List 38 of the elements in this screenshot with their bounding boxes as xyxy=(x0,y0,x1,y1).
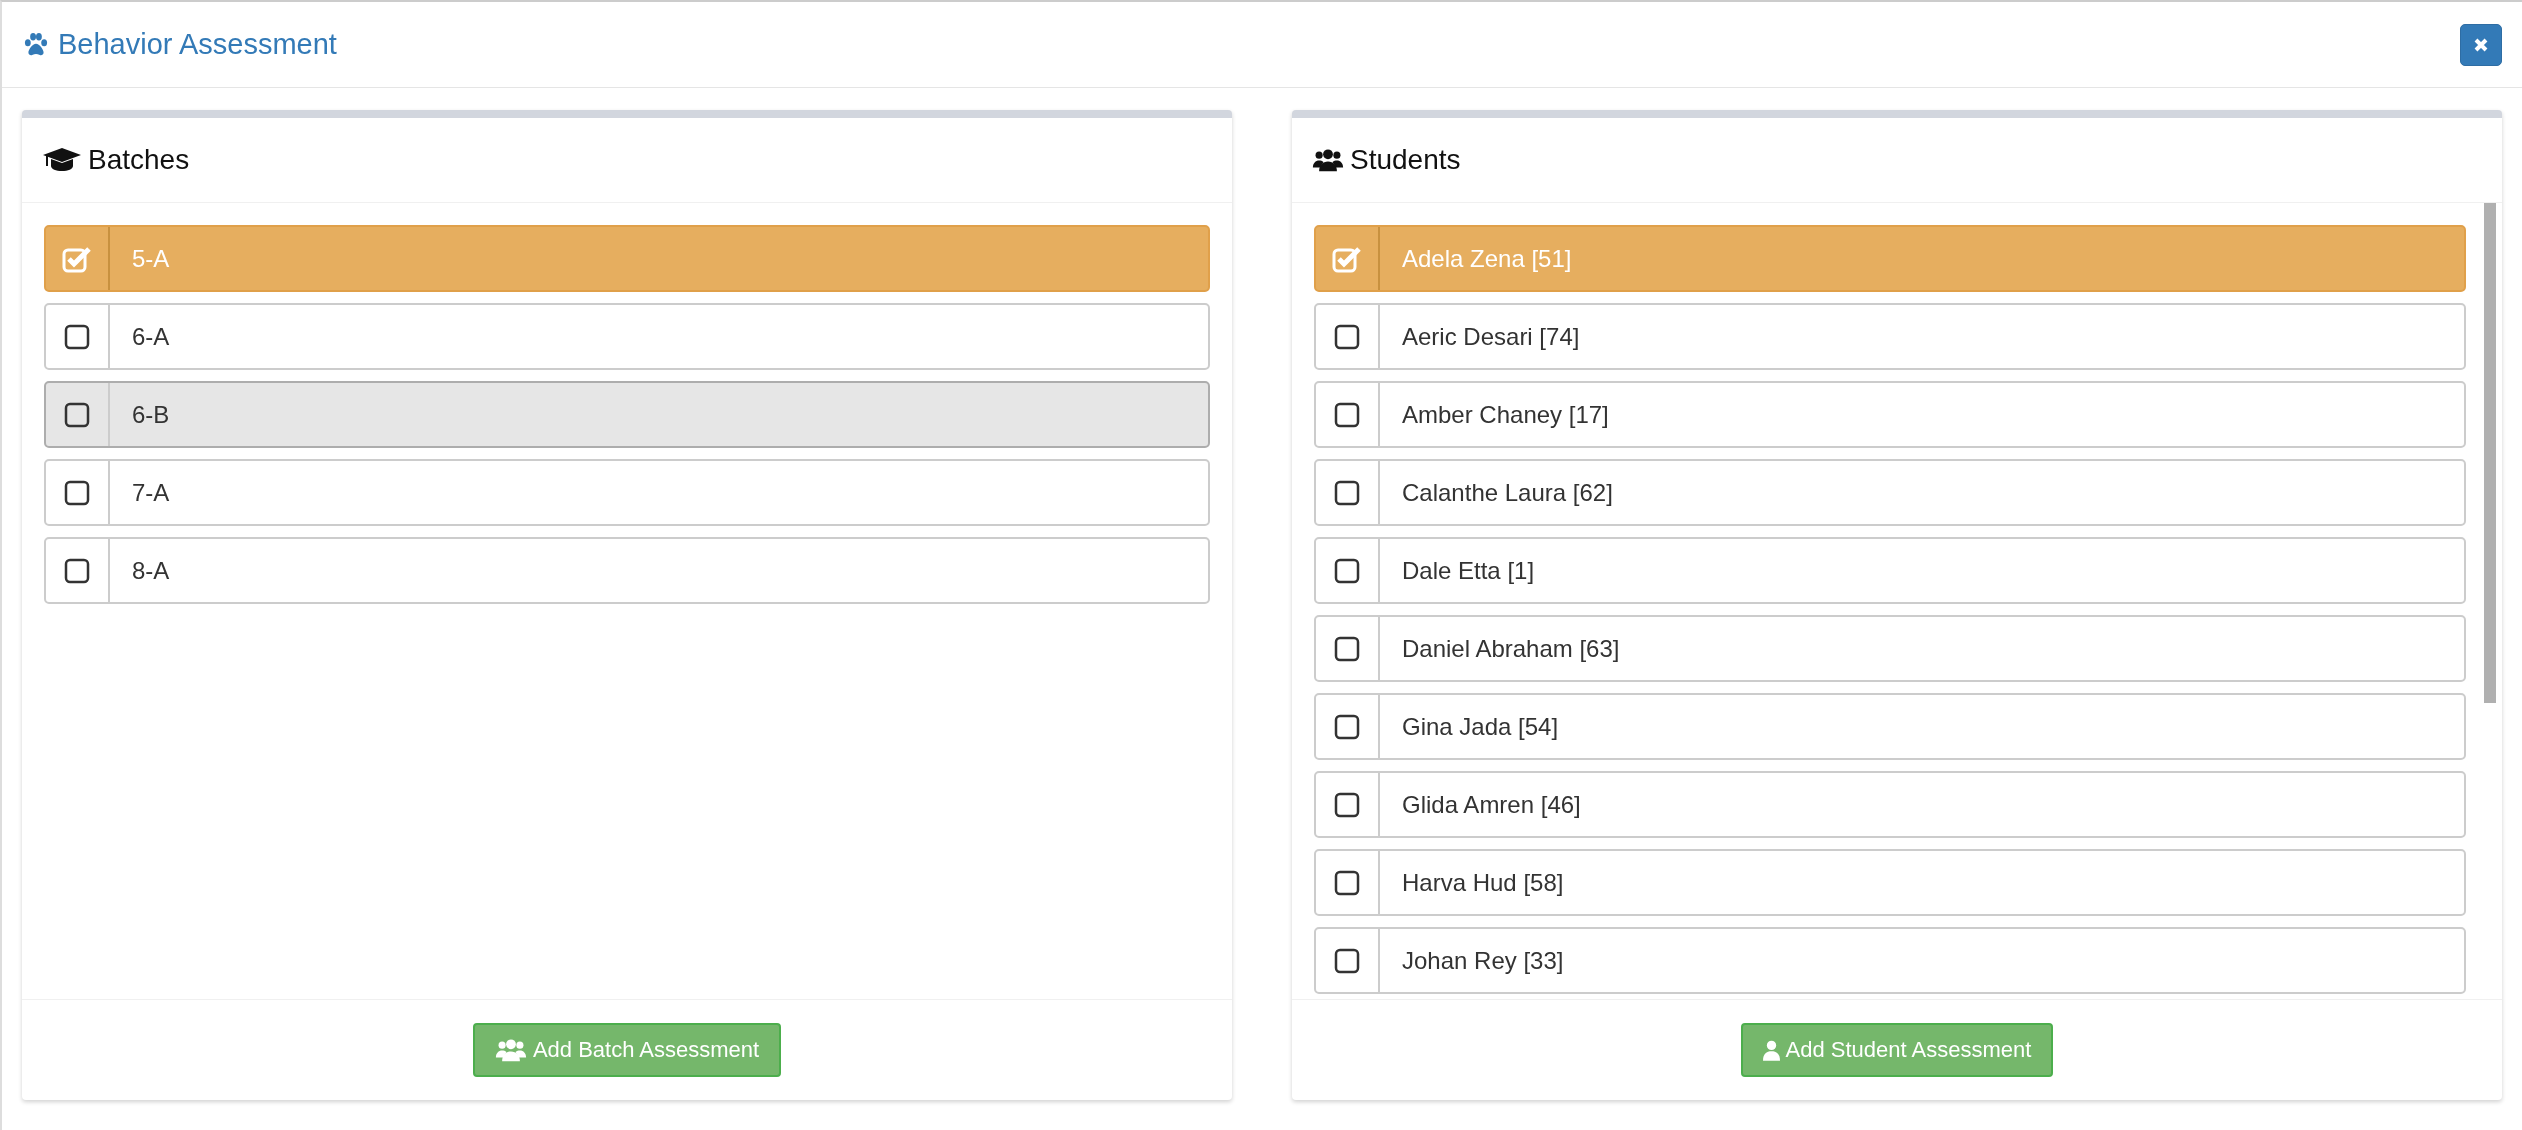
checked-checkbox-icon xyxy=(62,244,92,273)
list-item[interactable]: Gina Jada [54] xyxy=(1314,693,2466,760)
list-item[interactable]: Daniel Abraham [63] xyxy=(1314,615,2466,682)
checkbox-icon xyxy=(1334,479,1360,506)
checkbox-icon xyxy=(1334,401,1360,428)
checked-checkbox-icon xyxy=(1332,244,1362,273)
list-item[interactable]: Amber Chaney [17] xyxy=(1314,381,2466,448)
list-item[interactable]: Harva Hud [58] xyxy=(1314,849,2466,916)
checkbox-icon xyxy=(1334,791,1360,818)
list-item[interactable]: Aeric Desari [74] xyxy=(1314,303,2466,370)
graduation-cap-icon xyxy=(42,146,82,174)
panel-title: Students xyxy=(1350,144,1461,176)
checkbox-icon xyxy=(64,479,90,506)
list-item[interactable]: Glida Amren [46] xyxy=(1314,771,2466,838)
list-item[interactable]: Calanthe Laura [62] xyxy=(1314,459,2466,526)
checkbox-icon xyxy=(64,557,90,584)
list-item[interactable]: 6-B xyxy=(44,381,1210,448)
user-icon xyxy=(1762,1039,1780,1061)
close-button[interactable] xyxy=(2460,23,2502,66)
dialog-title: Behavior Assessment xyxy=(58,28,337,61)
checkbox-icon xyxy=(1334,557,1360,584)
users-icon xyxy=(1312,147,1344,173)
panel-title: Batches xyxy=(88,144,190,176)
list-item[interactable]: Johan Rey [33] xyxy=(1314,927,2466,994)
checkbox-icon xyxy=(1334,713,1360,740)
checkbox-icon xyxy=(1334,323,1360,350)
checkbox-icon xyxy=(64,323,90,350)
scrollbar[interactable] xyxy=(2484,203,2496,703)
users-icon xyxy=(494,1037,527,1063)
list-item[interactable]: 7-A xyxy=(44,459,1210,526)
checkbox-icon xyxy=(1334,635,1360,662)
checkbox-icon xyxy=(64,401,90,428)
checkbox-icon xyxy=(1334,869,1360,896)
list-item[interactable]: 8-A xyxy=(44,537,1210,604)
checkbox-icon xyxy=(1334,947,1360,974)
close-icon xyxy=(2473,36,2489,53)
list-item[interactable]: Dale Etta [1] xyxy=(1314,537,2466,604)
list-item[interactable]: 6-A xyxy=(44,303,1210,370)
